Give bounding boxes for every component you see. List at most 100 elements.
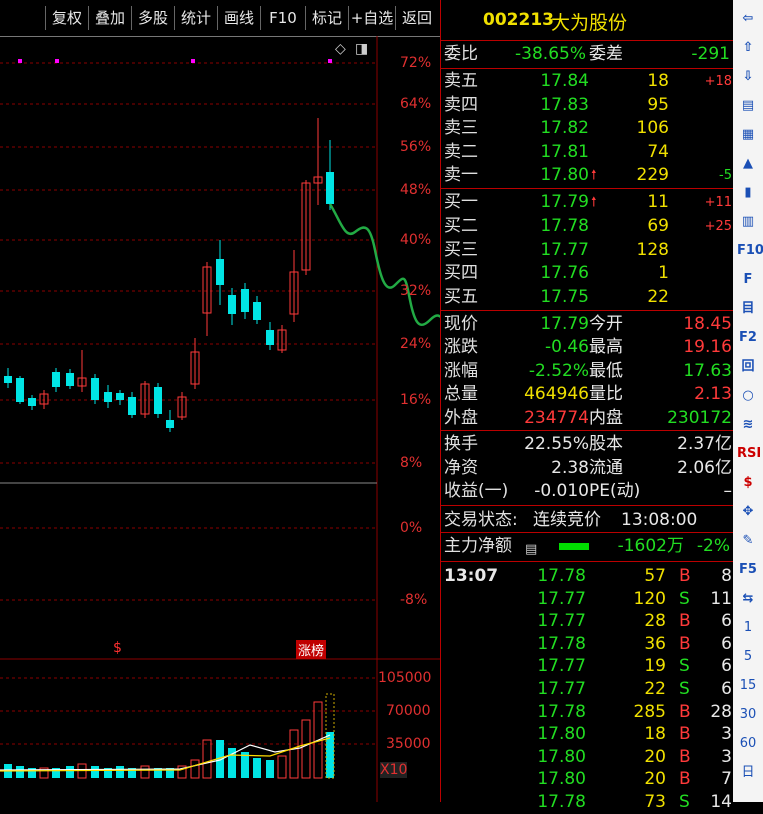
ask-price: 17.84 — [540, 71, 589, 91]
tick-row: 17.80 20 B 7 — [441, 768, 734, 791]
ask-row: 卖二 17.81 74 — [441, 141, 734, 164]
pencil-icon[interactable]: ✎ — [737, 530, 759, 552]
stock-code: 002213 — [483, 10, 554, 30]
volume-ma-yellow — [0, 737, 331, 772]
multi-stock-button[interactable]: 多股 — [131, 6, 174, 30]
volume-bar — [66, 766, 74, 778]
bid-vol: 69 — [647, 215, 669, 236]
quote-row: 换手 22.55% 股本 2.37亿 — [441, 433, 734, 456]
liangbi-value: 2.13 — [694, 384, 732, 405]
tick-dir: B — [679, 566, 691, 586]
mark-button[interactable]: 标记 — [305, 6, 348, 30]
tick-dir: S — [679, 588, 690, 609]
candle-icon[interactable]: ▮ — [737, 182, 759, 204]
f2-icon[interactable]: F2 — [737, 327, 759, 349]
tick-price: 17.77 — [537, 611, 586, 632]
status-label: 交易状态: — [444, 510, 518, 530]
table-icon[interactable]: ▦ — [737, 124, 759, 146]
tick-dir: S — [679, 656, 690, 677]
period-day-icon[interactable]: 日 — [737, 762, 759, 784]
percent-tick: 8% — [400, 455, 423, 471]
candle-body — [116, 393, 124, 400]
marker-dot — [191, 59, 195, 63]
volume-bar — [253, 758, 261, 778]
volume-bar — [277, 755, 287, 779]
up-arrow-icon[interactable]: ⇧ — [737, 37, 759, 59]
period-15-icon[interactable]: 15 — [737, 675, 759, 697]
report-icon[interactable]: ▤ — [737, 95, 759, 117]
left-arrow-icon[interactable]: ⇦ — [737, 8, 759, 30]
volume-tick: 35000 — [386, 736, 431, 752]
basic-icon[interactable]: 目 — [737, 298, 759, 320]
bid-row: 买三 17.77 128 — [441, 239, 734, 262]
f10-button[interactable]: F10 — [260, 6, 305, 30]
change-value: -0.46 — [545, 337, 589, 358]
zhuli-value: -1602万 — [617, 536, 684, 556]
volume-unit: X10 — [380, 762, 408, 778]
period-5-icon[interactable]: 5 — [737, 646, 759, 668]
trend-icon[interactable]: ▲ — [737, 153, 759, 175]
liutong-label: 流通 — [589, 457, 623, 478]
quote-row: 净资 2.38 流通 2.06亿 — [441, 457, 734, 480]
volume-value: 464946 — [524, 384, 589, 405]
kline-chart[interactable] — [0, 36, 440, 802]
candle-body — [52, 372, 60, 387]
move-icon[interactable]: ✥ — [737, 501, 759, 523]
volume-bar — [91, 766, 99, 778]
list-icon[interactable]: ▥ — [737, 211, 759, 233]
tick-vol: 18 — [644, 724, 666, 745]
tick-count: 3 — [721, 724, 732, 745]
fuquan-button[interactable]: 复权 — [45, 6, 88, 30]
volume-bar — [190, 759, 200, 779]
period-1-icon[interactable]: 1 — [737, 617, 759, 639]
stock-title: 002213 大为股份 — [441, 0, 734, 40]
tick-row: 17.77 22 S 6 — [441, 678, 734, 701]
percent-tick: -8% — [400, 592, 428, 608]
tick-count: 6 — [721, 633, 732, 654]
tick-vol: 22 — [644, 679, 666, 699]
diamond-icon[interactable]: ◇ — [335, 41, 346, 57]
period-30-icon[interactable]: 30 — [737, 704, 759, 726]
change-label: 涨跌 — [444, 337, 478, 358]
ask-row: 卖五 17.84 18 +18 — [441, 70, 734, 93]
volume-tick: 105000 — [378, 670, 432, 686]
panel-toggle-icon[interactable]: ◨ — [355, 41, 368, 57]
down-arrow-icon[interactable]: ⇩ — [737, 66, 759, 88]
quote-row: 涨幅 -2.52% 最低 17.63 — [441, 360, 734, 383]
period-60-icon[interactable]: 60 — [737, 733, 759, 755]
status-value: 连续竞价 — [533, 510, 601, 530]
bid-change: +25 — [704, 218, 732, 234]
tick-vol: 20 — [644, 769, 666, 790]
switch-icon[interactable]: ⇆ — [737, 588, 759, 610]
bid-row: 买一 17.79 🠕 11 +11 — [441, 191, 734, 214]
candle-body — [266, 330, 274, 345]
tick-dir: B — [679, 633, 691, 654]
candle-body — [228, 295, 236, 314]
list-icon[interactable]: ▤ — [525, 538, 537, 561]
back-button[interactable]: 返回 — [395, 6, 438, 30]
ask-price: 17.83 — [540, 94, 589, 115]
candle-body — [166, 420, 174, 428]
statistics-button[interactable]: 统计 — [174, 6, 217, 30]
f-icon[interactable]: F — [737, 269, 759, 291]
marker-dot — [55, 59, 59, 63]
tick-row: 17.77 28 B 6 — [441, 610, 734, 633]
draw-line-button[interactable]: 画线 — [217, 6, 260, 30]
up-arrow-icon: 🠕 — [591, 168, 597, 183]
rsi-icon[interactable]: RSI — [737, 443, 761, 465]
wave-icon[interactable]: ≋ — [737, 414, 759, 436]
candle-body — [253, 302, 261, 320]
f5-icon[interactable]: F5 — [737, 559, 759, 581]
add-watchlist-button[interactable]: +自选 — [348, 6, 395, 30]
price-line — [328, 203, 440, 326]
bid-price: 17.78 — [540, 215, 589, 236]
tick-vol: 285 — [633, 701, 666, 722]
circle-icon[interactable]: ○ — [737, 385, 759, 407]
back-icon[interactable]: 回 — [737, 356, 759, 378]
neipan-value: 230172 — [667, 407, 732, 428]
dollar-icon[interactable]: $ — [737, 472, 759, 494]
f10-icon[interactable]: F10 — [737, 240, 763, 262]
overlay-button[interactable]: 叠加 — [88, 6, 131, 30]
weicha-value: -291 — [691, 44, 730, 64]
bid-price: 17.76 — [540, 263, 589, 284]
